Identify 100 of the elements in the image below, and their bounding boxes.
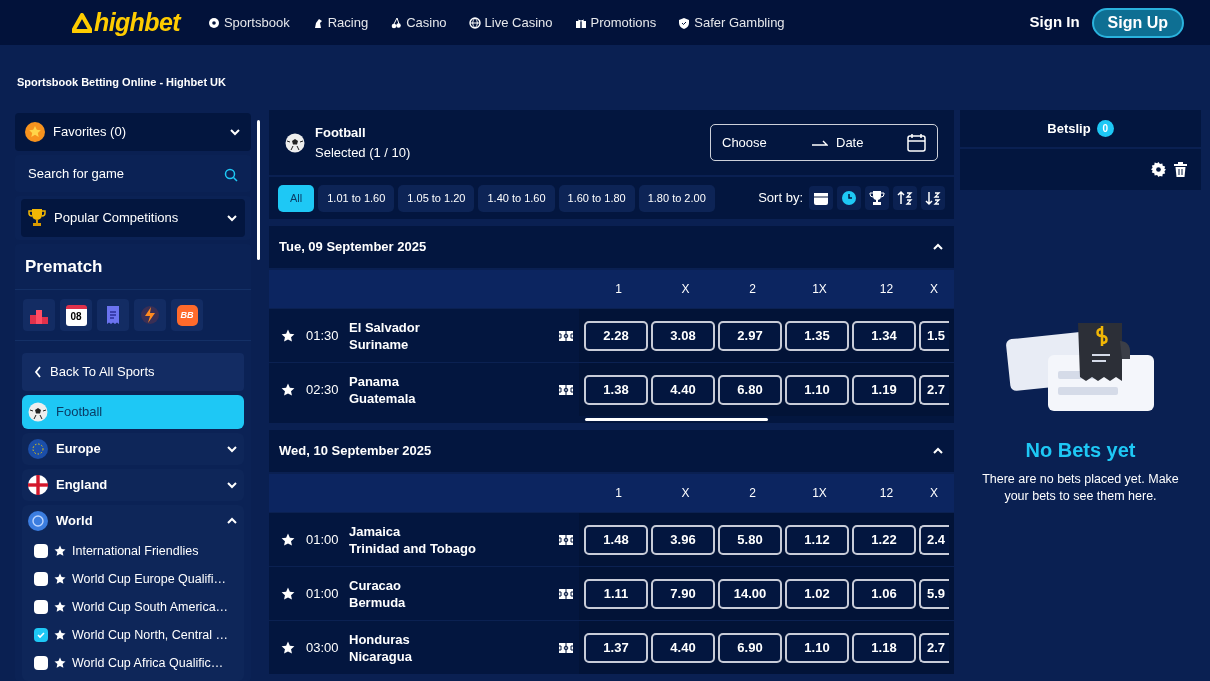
pitch-icon <box>559 330 573 341</box>
chevron-icon <box>226 212 238 224</box>
logo[interactable]: highbet <box>72 10 180 35</box>
checkbox[interactable] <box>34 656 48 670</box>
team-name: Bermuda <box>349 593 407 611</box>
odds-button[interactable]: 2.97 <box>718 320 782 351</box>
nav-link[interactable]: Casino <box>390 12 447 33</box>
quick-link-button[interactable] <box>134 299 166 331</box>
quick-link-button[interactable] <box>97 299 129 331</box>
sort-button[interactable] <box>865 186 889 210</box>
odds-filter-chip[interactable]: 1.05 to 1.20 <box>398 184 475 212</box>
odds-button[interactable]: 4.40 <box>651 374 715 405</box>
sign-up-button[interactable]: Sign Up <box>1091 7 1184 38</box>
odds-button[interactable]: 1.35 <box>785 320 849 351</box>
odds-button[interactable]: 1.12 <box>785 524 849 555</box>
gift-icon <box>574 16 587 29</box>
sport-item[interactable]: Football <box>22 395 244 429</box>
odds-button[interactable]: 1.10 <box>785 632 849 663</box>
star-icon[interactable] <box>281 328 295 343</box>
sort-button[interactable] <box>893 186 917 210</box>
odds-button[interactable]: 1.37 <box>584 632 648 663</box>
star-icon[interactable] <box>54 573 66 585</box>
competition-item[interactable]: International Friendlies <box>22 537 244 565</box>
nav-link[interactable]: Live Casino <box>468 12 553 33</box>
checkbox[interactable] <box>34 628 48 642</box>
odds-button[interactable]: 1.38 <box>584 374 648 405</box>
star-icon[interactable] <box>54 545 66 557</box>
odds-button[interactable]: 6.90 <box>718 632 782 663</box>
empty-state-text: There are no bets placed yet. Make your bets to see them here. <box>981 471 1180 505</box>
star-icon[interactable] <box>281 640 295 655</box>
odds-button[interactable]: 5.9 <box>919 578 949 609</box>
odds-button[interactable]: 1.48 <box>584 524 648 555</box>
odds-button[interactable]: 1.11 <box>584 578 648 609</box>
star-icon[interactable] <box>54 657 66 669</box>
odds-button[interactable]: 2.4 <box>919 524 949 555</box>
date-range-field[interactable]: Choose Date <box>710 124 938 161</box>
odds-filter-chip[interactable]: 1.60 to 1.80 <box>558 184 635 212</box>
region-item[interactable]: Europe <box>22 433 244 465</box>
odds-button[interactable]: 4.40 <box>651 632 715 663</box>
odds-button[interactable]: 7.90 <box>651 578 715 609</box>
clock-icon <box>841 190 857 206</box>
odds-button[interactable]: 5.80 <box>718 524 782 555</box>
checkbox[interactable] <box>34 600 48 614</box>
odds-button[interactable]: 1.10 <box>785 374 849 405</box>
odds-filter-chip[interactable]: 1.01 to 1.60 <box>318 184 395 212</box>
competition-item[interactable]: World Cup South America… <box>22 593 244 621</box>
competition-item[interactable]: World Cup North, Central … <box>22 621 244 649</box>
sign-in-link[interactable]: Sign In <box>1029 11 1080 34</box>
odds-button[interactable]: 2.28 <box>584 320 648 351</box>
odds-button[interactable]: 1.06 <box>852 578 916 609</box>
column-heading: 2 <box>748 281 757 298</box>
popular-competitions-toggle[interactable]: Popular Competitions <box>21 199 245 237</box>
star-icon[interactable] <box>281 382 295 397</box>
star-icon[interactable] <box>54 601 66 613</box>
competition-item[interactable]: World Cup Africa Qualific… <box>22 649 244 677</box>
odds-filter-chip[interactable]: All <box>278 184 315 212</box>
odds-filter-chip[interactable]: 1.80 to 2.00 <box>638 184 715 212</box>
odds-button[interactable]: 2.7 <box>919 374 949 405</box>
date-group-header[interactable]: Wed, 10 September 2025 <box>269 430 954 472</box>
competition-item[interactable]: World Cup Europe Qualifi… <box>22 565 244 593</box>
star-icon[interactable] <box>281 532 295 547</box>
quick-link-button[interactable] <box>23 299 55 331</box>
odds-button[interactable]: 1.18 <box>852 632 916 663</box>
odds-button[interactable]: 1.34 <box>852 320 916 351</box>
sort-button[interactable] <box>837 186 861 210</box>
star-badge-icon <box>25 121 45 142</box>
star-icon[interactable] <box>54 629 66 641</box>
odds-button[interactable]: 2.7 <box>919 632 949 663</box>
odds-button[interactable]: 3.08 <box>651 320 715 351</box>
nav-link[interactable]: Promotions <box>574 12 657 33</box>
odds-button[interactable]: 6.80 <box>718 374 782 405</box>
region-item[interactable]: World <box>22 505 244 537</box>
column-heading: X <box>929 281 938 298</box>
search-icon[interactable] <box>224 167 238 182</box>
star-icon[interactable] <box>281 586 295 601</box>
back-button[interactable]: Back To All Sports <box>22 353 244 391</box>
odds-button[interactable]: 1.19 <box>852 374 916 405</box>
match-time: 01:00 <box>306 584 340 603</box>
odds-button[interactable]: 1.5 <box>919 320 949 351</box>
settings-icon[interactable] <box>1151 162 1166 177</box>
nav-link[interactable]: Sportsbook <box>207 12 290 33</box>
column-heading: 1X <box>811 281 828 298</box>
favorites-toggle[interactable]: Favorites (0) <box>15 113 251 151</box>
sort-button[interactable] <box>809 186 833 210</box>
odds-button[interactable]: 14.00 <box>718 578 782 609</box>
odds-filter-chip[interactable]: 1.40 to 1.60 <box>478 184 555 212</box>
checkbox[interactable] <box>34 572 48 586</box>
football-icon <box>28 402 48 422</box>
nav-link[interactable]: Safer Gambling <box>678 12 785 33</box>
odds-button[interactable]: 3.96 <box>651 524 715 555</box>
nav-link[interactable]: Racing <box>311 12 369 33</box>
odds-button[interactable]: 1.22 <box>852 524 916 555</box>
date-group-header[interactable]: Tue, 09 September 2025 <box>269 226 954 268</box>
date-heading: Wed, 10 September 2025 <box>279 442 433 461</box>
odds-button[interactable]: 1.02 <box>785 578 849 609</box>
sort-button[interactable] <box>921 186 945 210</box>
trash-icon[interactable] <box>1174 162 1187 177</box>
checkbox[interactable] <box>34 544 48 558</box>
region-item[interactable]: England <box>22 469 244 501</box>
match-time: 02:30 <box>306 380 340 399</box>
